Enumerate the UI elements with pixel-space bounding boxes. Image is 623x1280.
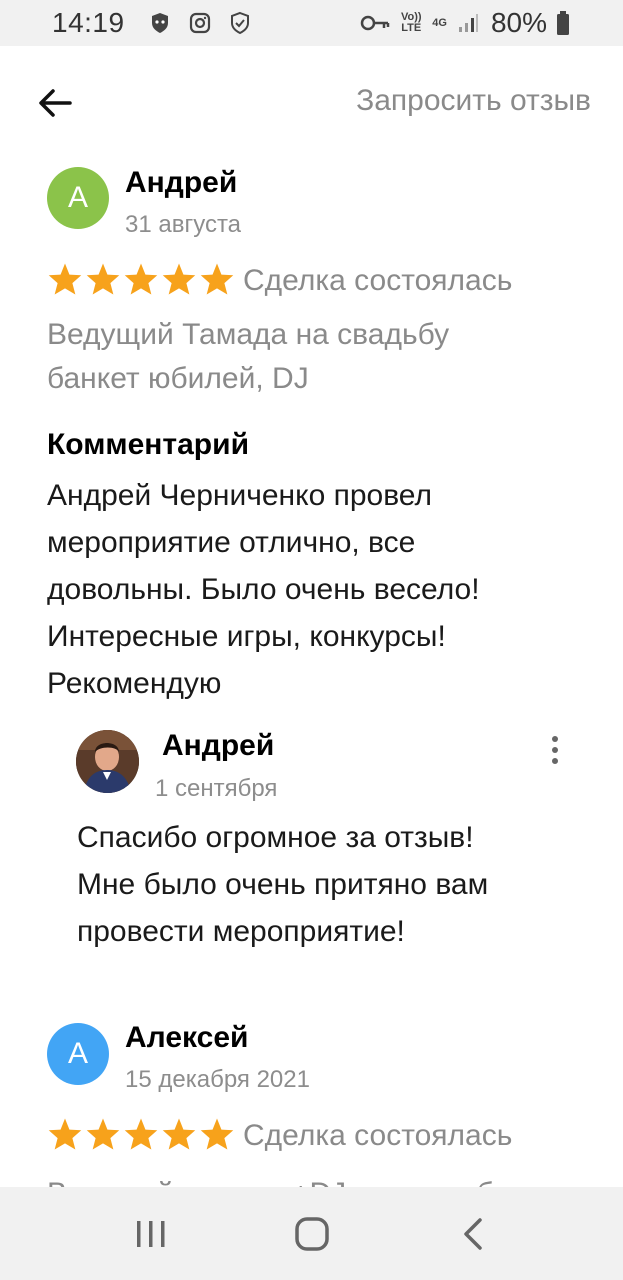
service-title: Ведущий, тамада+DJ на свадьбу	[47, 1172, 587, 1187]
star-icon	[200, 263, 234, 295]
comment-text: Андрей Черниченко провел мероприятие отл…	[47, 479, 480, 700]
nav-back-button[interactable]	[443, 1204, 503, 1264]
service-title-clipped: Ведущий, тамада+DJ на свадьбу	[0, 1172, 623, 1187]
back-button[interactable]	[34, 82, 76, 124]
comment-heading: Комментарий	[47, 428, 250, 461]
service-title: Ведущий Тамада на свадьбу банкет юбилей,…	[47, 318, 450, 395]
avatar: А	[47, 1023, 109, 1085]
shield-check-icon	[227, 10, 253, 36]
deal-status: Сделка состоялась	[243, 1119, 513, 1152]
more-vertical-icon[interactable]	[540, 730, 570, 770]
arrow-left-icon	[39, 89, 72, 117]
app-header: Запросить отзыв	[0, 46, 623, 158]
review-author: Алексей	[125, 1021, 249, 1054]
rating-stars	[47, 1117, 235, 1151]
request-review-button[interactable]: Запросить отзыв	[356, 84, 591, 118]
home-icon	[294, 1216, 329, 1251]
star-icon	[162, 263, 196, 295]
avatar: А	[47, 167, 109, 229]
star-icon	[124, 1118, 158, 1150]
network-4g-indicator: 4G	[432, 16, 447, 29]
star-icon	[124, 263, 158, 295]
volte-indicator: Vo)) LTE	[400, 11, 422, 34]
star-icon	[200, 1118, 234, 1150]
avatar	[76, 730, 139, 793]
system-nav-bar	[0, 1187, 623, 1280]
star-icon	[48, 1118, 82, 1150]
star-icon	[48, 263, 82, 295]
status-bar: 14:19 Vo)) LTE 4G 80%	[0, 0, 623, 46]
review-date: 31 августа	[125, 211, 242, 238]
review-author: Андрей	[125, 166, 238, 199]
instagram-icon	[187, 10, 213, 36]
reply-author: Андрей	[162, 729, 275, 762]
shield-app-icon	[147, 10, 173, 36]
vpn-key-icon	[360, 10, 390, 36]
reply-text: Спасибо огромное за отзыв! Мне было очен…	[77, 821, 489, 948]
recent-apps-button[interactable]	[121, 1204, 181, 1264]
star-icon	[86, 1118, 120, 1150]
signal-icon	[455, 10, 481, 36]
reply-date: 1 сентября	[155, 775, 278, 802]
battery-percent: 80%	[490, 7, 547, 38]
review-date: 15 декабря 2021	[125, 1066, 310, 1093]
battery-icon	[555, 10, 571, 36]
recent-apps-icon	[136, 1220, 164, 1247]
star-icon	[162, 1118, 196, 1150]
rating-stars	[47, 262, 235, 296]
home-button[interactable]	[282, 1204, 342, 1264]
status-time: 14:19	[52, 7, 125, 38]
star-icon	[86, 263, 120, 295]
nav-back-icon	[463, 1217, 482, 1250]
deal-status: Сделка состоялась	[243, 264, 513, 297]
